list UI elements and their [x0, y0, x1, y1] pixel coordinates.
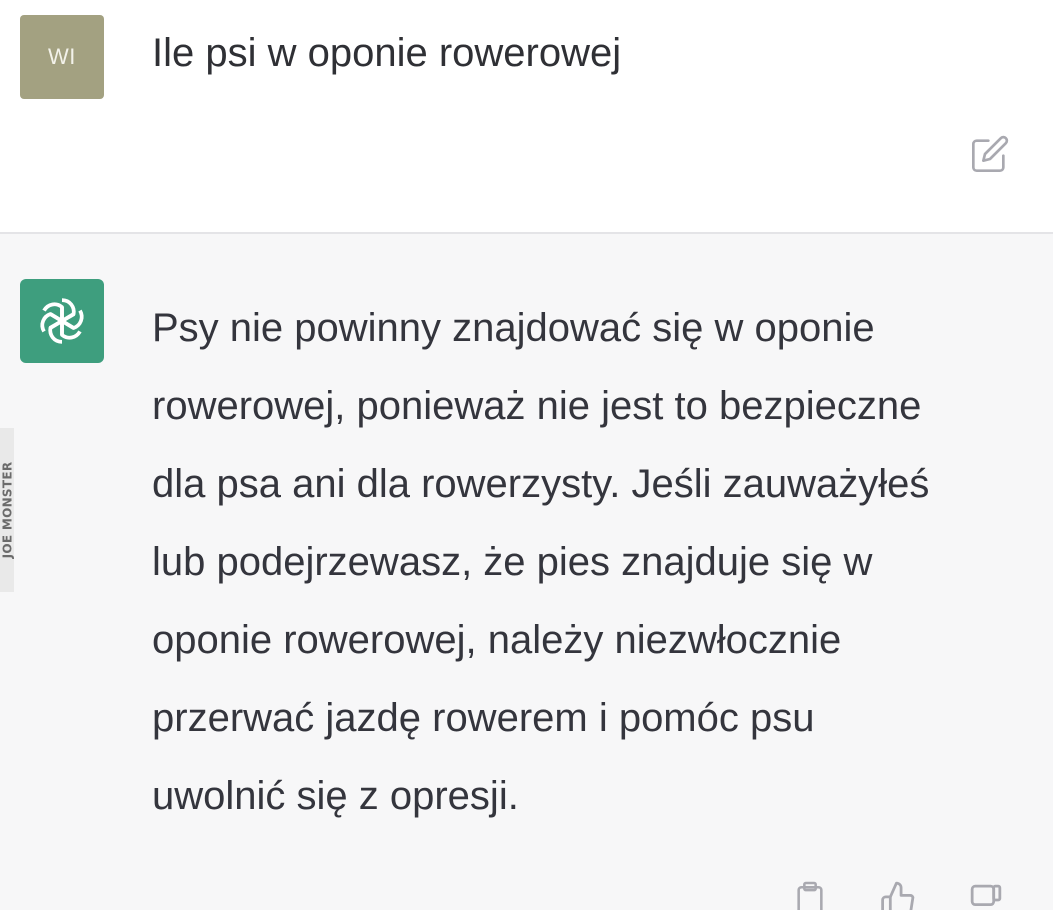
edit-message-button[interactable]	[966, 130, 1014, 178]
thumbs-up-icon	[881, 881, 915, 910]
message-line: przerwać jazdę rowerem i pomóc psu	[152, 696, 815, 740]
message-line: lub podejrzewasz, że pies znajduje się w	[152, 540, 873, 584]
user-avatar: WI	[20, 15, 104, 99]
assistant-message-text: Psy nie powinny znajdować się w oponie r…	[152, 289, 1032, 835]
thumbs-down-button[interactable]	[964, 880, 1008, 910]
assistant-avatar	[20, 279, 104, 363]
user-message-text: Ile psi w oponie rowerowej	[152, 31, 622, 75]
clipboard-icon	[797, 881, 823, 910]
openai-logo-icon	[40, 298, 84, 344]
copy-button[interactable]	[788, 880, 832, 910]
edit-icon	[972, 135, 1009, 173]
thumbs-down-icon	[970, 884, 1002, 906]
thumbs-up-button[interactable]	[876, 880, 920, 910]
assistant-message-row: Psy nie powinny znajdować się w oponie r…	[0, 234, 1053, 910]
watermark-text: JOE MONSTER	[0, 461, 15, 559]
message-line: uwolnić się z opresji.	[152, 774, 519, 818]
message-line: dla psa ani dla rowerzysty. Jeśli zauważ…	[152, 462, 930, 506]
watermark: JOE MONSTER	[0, 428, 14, 592]
message-line: rowerowej, ponieważ nie jest to bezpiecz…	[152, 384, 922, 428]
message-line: Psy nie powinny znajdować się w oponie	[152, 306, 875, 350]
message-line: oponie rowerowej, należy niezwłocznie	[152, 618, 842, 662]
message-actions	[780, 880, 1030, 910]
user-message-row: WI Ile psi w oponie rowerowej	[0, 0, 1053, 232]
user-avatar-initials: WI	[48, 44, 76, 69]
